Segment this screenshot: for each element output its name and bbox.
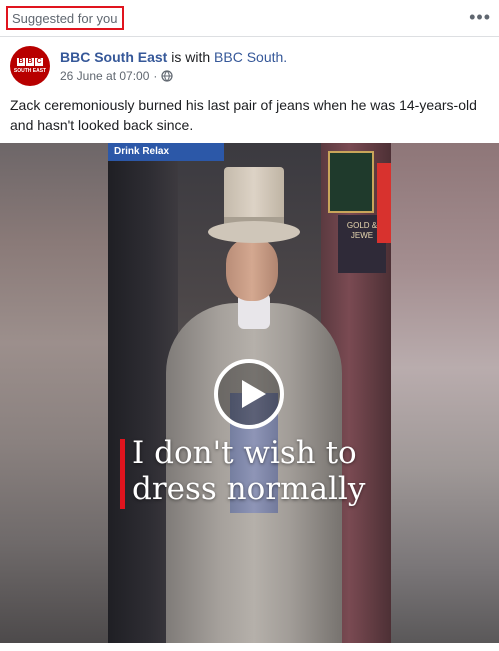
suggested-label: Suggested for you [6,6,124,30]
meta-separator: · [153,69,158,83]
avatar-subtitle: SOUTH EAST [13,68,47,74]
divider [0,36,499,37]
video-blur-left [0,143,108,643]
video-player[interactable]: Drink Relax GOLD & JEWE I don't wish to … [0,143,499,643]
video-blur-right [391,143,499,643]
page-name-link[interactable]: BBC South East [60,49,167,65]
post-body-text: Zack ceremoniously burned his last pair … [10,97,477,133]
bbc-logo: BBC [17,58,43,66]
hanging-sign [328,151,374,213]
video-caption: I don't wish to dress normally [132,435,366,507]
figure-face [226,239,278,301]
with-page-link[interactable]: BBC South. [214,49,287,65]
more-options-icon[interactable]: ••• [469,8,491,26]
avatar[interactable]: BBC SOUTH EAST [10,46,50,86]
post-timestamp[interactable]: 26 June at 07:00 [60,68,149,84]
caption-accent-bar [120,439,125,509]
post-author-header: BBC SOUTH EAST BBC South East is with BB… [10,44,490,88]
with-text: is with [167,49,215,65]
play-button[interactable] [214,359,284,429]
author-line: BBC South East is with BBC South. [60,48,287,66]
globe-icon[interactable] [161,70,174,82]
post-header-bar: Suggested for you ••• [0,0,499,36]
post-meta: 26 June at 07:00 · [60,68,174,84]
video-frame: Drink Relax GOLD & JEWE I don't wish to … [108,143,391,643]
red-awning [377,163,391,243]
play-icon [242,380,266,408]
street-sign: Drink Relax [108,143,224,161]
hat-brim [208,221,300,243]
